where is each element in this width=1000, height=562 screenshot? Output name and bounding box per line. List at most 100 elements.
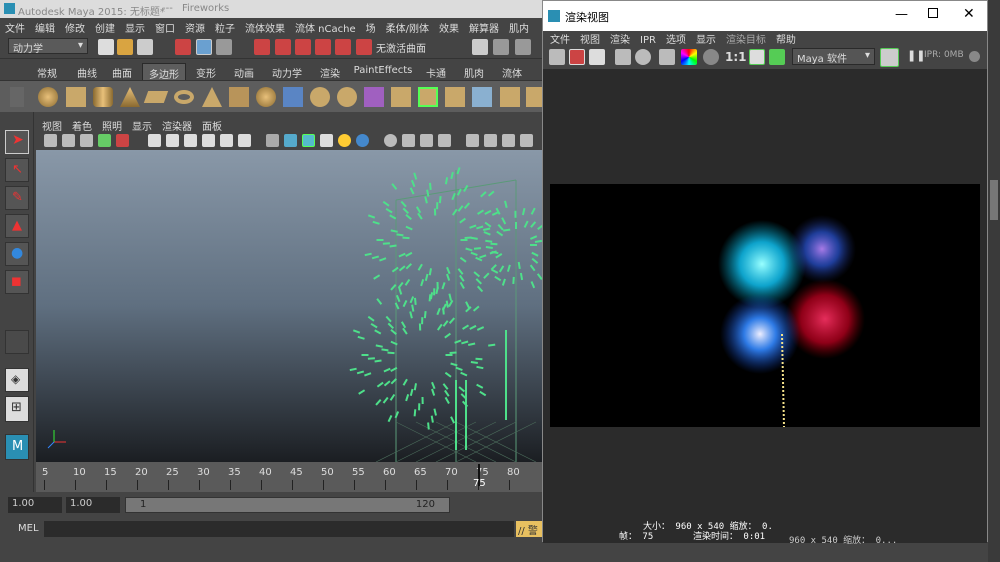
- lasso-tool-button[interactable]: ↖: [5, 158, 29, 182]
- vp-menu-view[interactable]: 视图: [42, 118, 62, 133]
- bookmark-icon[interactable]: [80, 134, 93, 147]
- render-region-icon[interactable]: [569, 49, 585, 65]
- time-slider[interactable]: 5 10 15 20 25 30 35 40 45 50 55 60 65 70 75 80 75: [36, 462, 544, 492]
- select-tool-button[interactable]: ➤: [5, 130, 29, 154]
- poly-sphere-icon[interactable]: [38, 87, 58, 107]
- save-scene-icon[interactable]: [137, 39, 153, 55]
- poly-prism-icon[interactable]: [202, 87, 222, 107]
- default-lighting-icon[interactable]: [338, 134, 351, 147]
- smooth-shade-icon[interactable]: [284, 134, 297, 147]
- tab-dynamics[interactable]: 动力学: [268, 63, 306, 80]
- rotate-tool-button[interactable]: ●: [5, 242, 29, 266]
- vp-menu-shading[interactable]: 着色: [72, 118, 92, 133]
- poly-torus-icon[interactable]: [174, 90, 194, 104]
- grease-pencil-icon[interactable]: [116, 134, 129, 147]
- select-object-icon[interactable]: [196, 39, 212, 55]
- poly-helix-icon[interactable]: [256, 87, 276, 107]
- poly-plane-icon[interactable]: [143, 91, 169, 103]
- alpha-channel-icon[interactable]: [703, 49, 719, 65]
- right-scrollbar[interactable]: [988, 0, 1000, 562]
- panel-layout-icon[interactable]: [520, 134, 533, 147]
- vp-menu-renderer[interactable]: 渲染器: [162, 118, 192, 133]
- separate-icon[interactable]: [310, 87, 330, 107]
- tab-deform[interactable]: 变形: [192, 63, 220, 80]
- split-poly-icon[interactable]: [472, 87, 492, 107]
- poly-pipe-icon[interactable]: [229, 87, 249, 107]
- select-component-icon[interactable]: [216, 39, 232, 55]
- scale-tool-button[interactable]: ◼: [5, 270, 29, 294]
- render-frame-icon[interactable]: [493, 39, 509, 55]
- snap-point-icon[interactable]: [295, 39, 311, 55]
- camera-select-icon[interactable]: [44, 134, 57, 147]
- shelf-menu-icon[interactable]: [10, 87, 24, 107]
- tab-fluids[interactable]: 流体: [498, 63, 526, 80]
- new-scene-icon[interactable]: [98, 39, 114, 55]
- range-slider[interactable]: 1 120: [125, 497, 450, 513]
- snap-surface-icon[interactable]: [335, 39, 351, 55]
- ambient-occlusion-icon[interactable]: [402, 134, 415, 147]
- combine-icon[interactable]: [283, 87, 303, 107]
- render-settings-icon[interactable]: [880, 48, 899, 67]
- refresh-icon[interactable]: [635, 49, 651, 65]
- minimize-icon[interactable]: —: [895, 7, 908, 22]
- tab-general[interactable]: 常规: [33, 63, 61, 80]
- remove-image-icon[interactable]: [769, 49, 785, 65]
- mode-dropdown[interactable]: 动力学 ▾: [8, 38, 88, 55]
- render-canvas[interactable]: 大小： 960 x 540 缩放： 0. 帧： 75 渲染时间： 0:01 96…: [543, 69, 987, 546]
- grid-toggle-icon[interactable]: [148, 134, 161, 147]
- extrude-icon[interactable]: [391, 87, 411, 107]
- command-input[interactable]: [44, 521, 514, 537]
- tab-animation[interactable]: 动画: [230, 63, 258, 80]
- poly-cone-icon[interactable]: [120, 87, 140, 107]
- tab-polygons[interactable]: 多边形: [142, 63, 186, 81]
- last-tool-button[interactable]: [5, 330, 29, 354]
- pause-icon[interactable]: ❚❚: [907, 49, 925, 62]
- image-plane-icon[interactable]: [98, 134, 111, 147]
- rv-menu-options[interactable]: 选项: [666, 31, 686, 46]
- rv-menu-file[interactable]: 文件: [550, 31, 570, 46]
- rv-menu-help[interactable]: 帮助: [776, 31, 796, 46]
- film-gate-icon[interactable]: [166, 134, 179, 147]
- rv-menu-render[interactable]: 渲染: [610, 31, 630, 46]
- maximize-icon[interactable]: [928, 8, 938, 18]
- motion-blur-icon[interactable]: [420, 134, 433, 147]
- layout-four-button[interactable]: ⊞: [5, 396, 29, 422]
- close-icon[interactable]: ✕: [963, 6, 975, 22]
- tab-toon[interactable]: 卡通: [422, 63, 450, 80]
- snap-view-icon[interactable]: [315, 39, 331, 55]
- rv-menu-view[interactable]: 视图: [580, 31, 600, 46]
- isolate-select-icon[interactable]: [466, 134, 479, 147]
- xray-joints-icon[interactable]: [484, 134, 497, 147]
- redo-render-icon[interactable]: [549, 49, 565, 65]
- select-hierarchy-icon[interactable]: [175, 39, 191, 55]
- tab-rendering[interactable]: 渲染: [316, 63, 344, 80]
- shadows-icon[interactable]: [384, 134, 397, 147]
- field-chart-icon[interactable]: [220, 134, 233, 147]
- poly-cube-icon[interactable]: [66, 87, 86, 107]
- scrollbar-thumb[interactable]: [990, 180, 998, 220]
- color-channels-icon[interactable]: [659, 49, 675, 65]
- texture-icon[interactable]: [356, 134, 369, 147]
- bridge-icon[interactable]: [418, 87, 438, 107]
- renderer-dropdown[interactable]: Maya 软件 ▾: [792, 48, 875, 65]
- resolution-gate-icon[interactable]: [184, 134, 197, 147]
- layout-single-button[interactable]: ◈: [5, 368, 29, 392]
- vp-menu-show[interactable]: 显示: [132, 118, 152, 133]
- playback-start-field[interactable]: 1.00: [66, 497, 120, 513]
- snapshot-icon[interactable]: [589, 49, 605, 65]
- bevel-icon[interactable]: [526, 87, 542, 107]
- append-poly-icon[interactable]: [445, 87, 465, 107]
- tab-curves[interactable]: 曲线: [73, 63, 101, 80]
- keep-image-icon[interactable]: [749, 49, 765, 65]
- rgb-channels-icon[interactable]: [681, 49, 697, 65]
- camera-attr-icon[interactable]: [62, 134, 75, 147]
- gate-mask-icon[interactable]: [202, 134, 215, 147]
- wireframe-on-shaded-icon[interactable]: [302, 134, 315, 147]
- tab-painteffects[interactable]: PaintEffects: [352, 63, 414, 80]
- move-tool-button[interactable]: ▲: [5, 214, 29, 238]
- tab-muscle[interactable]: 肌肉: [460, 63, 488, 80]
- ipr-render-icon[interactable]: [515, 39, 531, 55]
- smooth-icon[interactable]: [337, 87, 357, 107]
- rv-menu-display[interactable]: 显示: [696, 31, 716, 46]
- vp-menu-panels[interactable]: 面板: [202, 118, 222, 133]
